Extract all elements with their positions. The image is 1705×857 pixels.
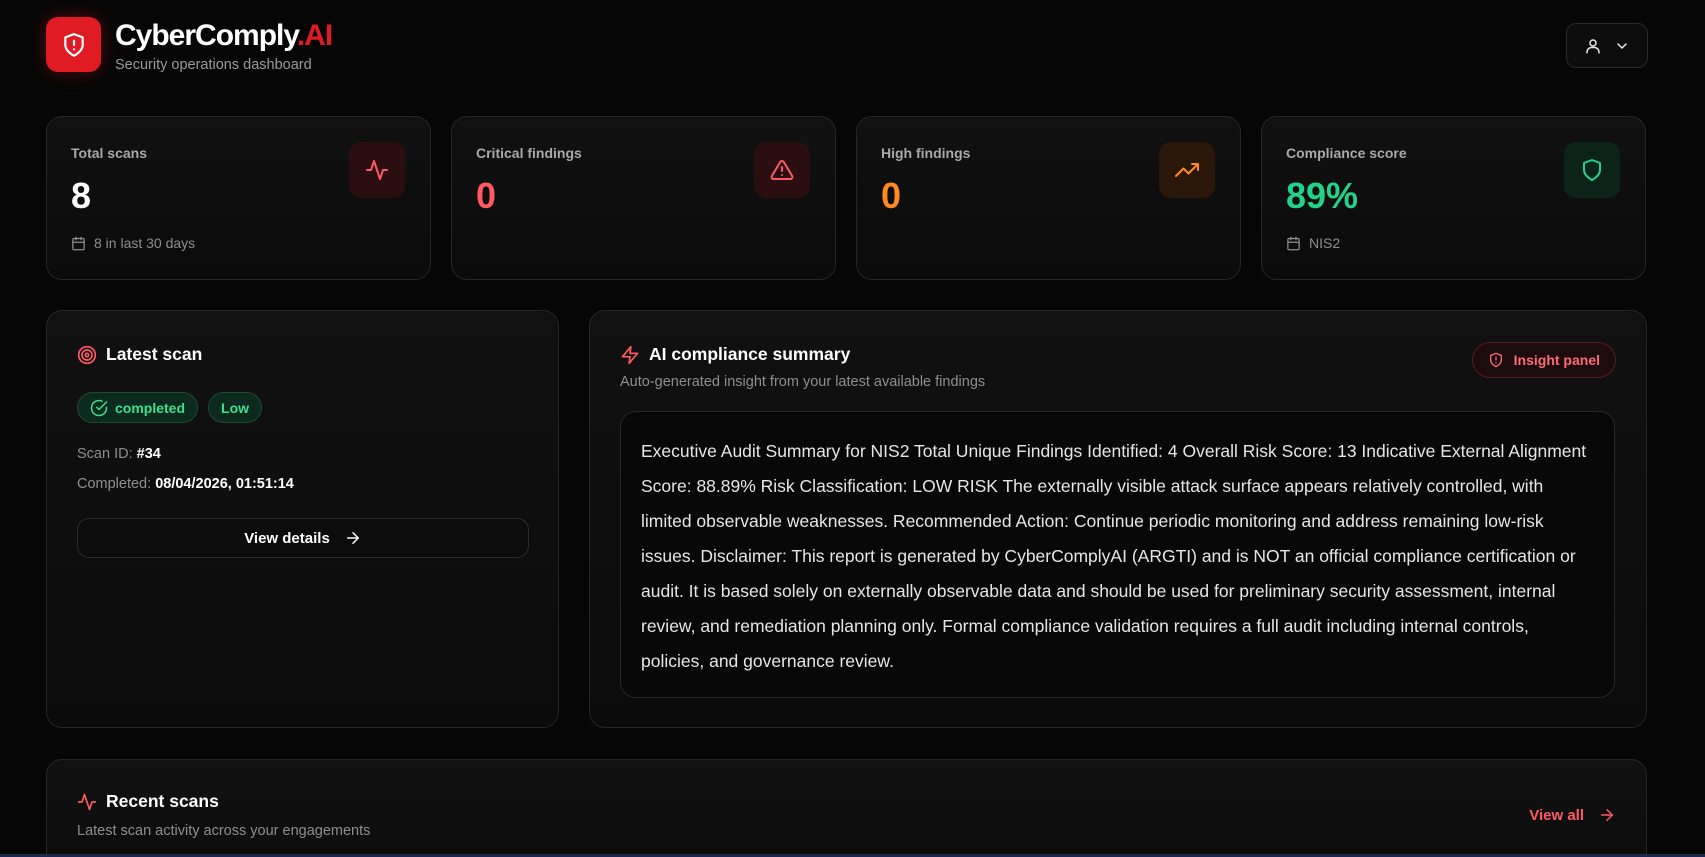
stat-icon-box — [754, 142, 810, 198]
ai-summary-title-text: AI compliance summary — [649, 344, 851, 364]
stat-value: 8 — [71, 175, 92, 216]
stat-foot-text: 8 in last 30 days — [94, 235, 196, 251]
completed-row: Completed: 08/04/2026, 01:51:14 — [77, 476, 294, 492]
view-details-label: View details — [244, 529, 330, 547]
recent-scans-title-text: Recent scans — [106, 791, 219, 811]
arrow-right-icon — [1601, 809, 1613, 821]
chevron-down-icon — [1617, 42, 1627, 49]
target-icon — [77, 345, 97, 364]
latest-scan-badges: completed Low — [77, 392, 263, 423]
activity-icon — [77, 793, 97, 810]
shield-alert-icon — [1489, 352, 1502, 368]
scan-id-value: #34 — [136, 446, 161, 462]
latest-scan-card: Latest scan completed Low Scan ID: #34 C… — [46, 310, 559, 728]
stat-card-compliance-score: Compliance score 89% NIS2 — [1261, 116, 1646, 280]
latest-scan-title: Latest scan — [77, 344, 202, 365]
stat-foot: 8 in last 30 days — [71, 235, 195, 251]
dashboard-page: CyberComply.AI Security operations dashb… — [0, 0, 1705, 857]
stat-card-critical-findings: Critical findings 0 — [451, 116, 836, 280]
stat-icon-box — [1159, 142, 1215, 198]
user-icon — [1586, 38, 1600, 53]
insight-panel-button[interactable]: Insight panel — [1471, 342, 1616, 378]
latest-scan-title-text: Latest scan — [106, 344, 203, 364]
shield-alert-icon — [63, 32, 84, 57]
insight-panel-label: Insight panel — [1513, 352, 1600, 368]
view-all-label: View all — [1529, 806, 1584, 824]
status-badge-text: completed — [115, 399, 186, 416]
user-menu-button[interactable] — [1566, 23, 1648, 68]
recent-scans-subtitle: Latest scan activity across your engagem… — [77, 823, 371, 839]
stat-value: 89% — [1286, 175, 1359, 216]
scan-id-label: Scan ID: — [77, 446, 133, 462]
recent-scans-card: Recent scans Latest scan activity across… — [46, 759, 1647, 857]
stat-value: 0 — [476, 175, 497, 216]
zap-icon — [621, 345, 639, 364]
view-all-link[interactable]: View all — [1529, 806, 1616, 824]
completed-label: Completed: — [77, 476, 152, 492]
arrow-right-icon — [346, 532, 359, 544]
trending-up-icon — [1175, 163, 1199, 177]
logo — [46, 17, 101, 72]
brand: CyberComply.AI Security operations dashb… — [115, 19, 333, 73]
header: CyberComply.AI Security operations dashb… — [46, 17, 1648, 77]
recent-scans-title: Recent scans — [77, 791, 219, 812]
stat-icon-box — [349, 142, 405, 198]
view-details-button[interactable]: View details — [77, 518, 529, 558]
brand-subtitle: Security operations dashboard — [115, 57, 312, 73]
check-circle-icon — [90, 399, 108, 416]
calendar-icon — [72, 236, 85, 250]
ai-summary-subtitle: Auto-generated insight from your latest … — [620, 374, 986, 390]
stat-label: Compliance score — [1286, 145, 1407, 161]
ai-summary-text: Executive Audit Summary for NIS2 Total U… — [620, 411, 1615, 698]
status-badge: completed — [77, 392, 199, 423]
stat-icon-box — [1564, 142, 1620, 198]
ai-summary-card: AI compliance summary Auto-generated ins… — [589, 310, 1647, 728]
shield-icon — [1583, 159, 1601, 181]
stat-card-high-findings: High findings 0 — [856, 116, 1241, 280]
stat-foot-text: NIS2 — [1309, 235, 1341, 251]
scan-id-row: Scan ID: #34 — [77, 446, 161, 462]
brand-title: CyberComply.AI — [115, 19, 333, 53]
stat-card-total-scans: Total scans 8 8 in last 30 days — [46, 116, 431, 280]
stat-label: High findings — [881, 145, 971, 161]
completed-value: 08/04/2026, 01:51:14 — [155, 476, 294, 492]
stat-value: 0 — [881, 175, 902, 216]
brand-suffix: .AI — [296, 19, 333, 52]
calendar-icon — [1287, 236, 1300, 250]
severity-badge: Low — [208, 392, 263, 423]
brand-name: CyberComply — [115, 19, 298, 52]
stat-foot: NIS2 — [1286, 235, 1340, 251]
ai-summary-title: AI compliance summary — [620, 344, 850, 365]
stat-label: Critical findings — [476, 145, 582, 161]
stat-label: Total scans — [71, 145, 147, 161]
alert-triangle-icon — [770, 159, 794, 180]
activity-icon — [366, 160, 388, 180]
